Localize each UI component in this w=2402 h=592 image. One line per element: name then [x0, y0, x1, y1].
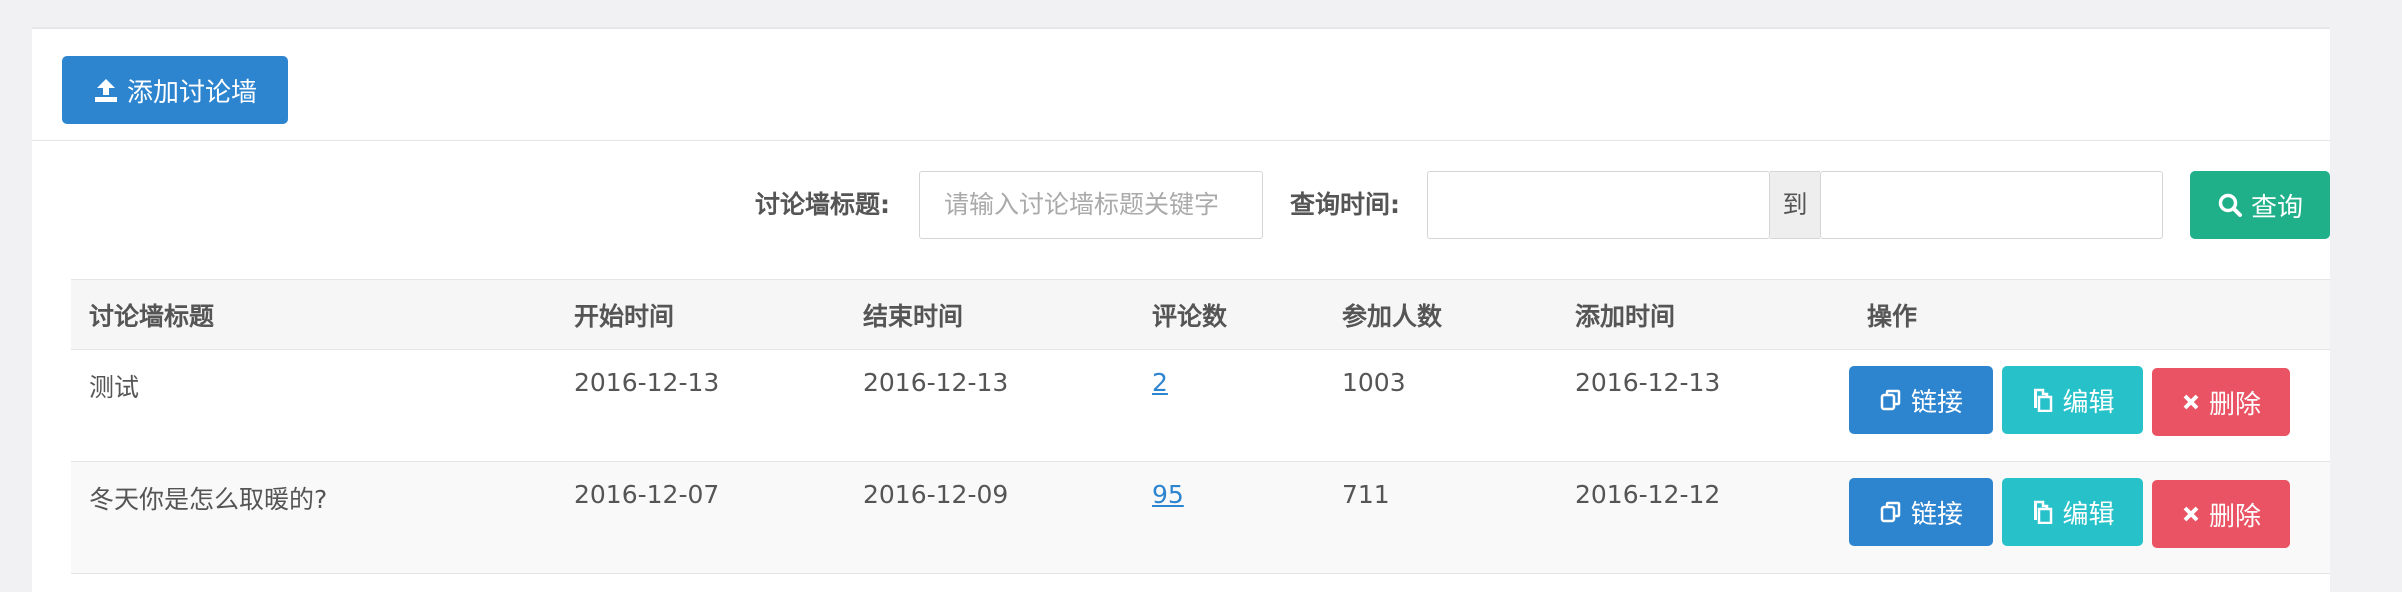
close-icon	[2183, 394, 2199, 410]
link-label: 链接	[1910, 387, 1963, 418]
start-date-input[interactable]	[1427, 171, 1770, 239]
title-filter-label: 讨论墙标题:	[755, 190, 890, 219]
document-icon	[2034, 388, 2053, 412]
cell-start: 2016-12-07	[556, 461, 845, 574]
range-separator: 到	[1770, 171, 1820, 239]
col-added: 添加时间	[1557, 279, 1849, 350]
copy-link-icon	[1880, 389, 1901, 411]
col-start: 开始时间	[556, 279, 845, 350]
col-participants: 参加人数	[1324, 279, 1557, 350]
title-search-input[interactable]: 请输入讨论墙标题关键字	[919, 171, 1263, 239]
document-icon	[2034, 500, 2053, 524]
cell-end: 2016-12-13	[845, 349, 1134, 462]
col-actions: 操作	[1849, 279, 2330, 350]
table-row: 冬天你是怎么取暖的? 2016-12-07 2016-12-09 95 711 …	[71, 461, 2330, 574]
delete-label: 删除	[2208, 501, 2261, 532]
cell-participants: 711	[1324, 461, 1557, 574]
edit-button[interactable]: 编辑	[2002, 366, 2143, 434]
cell-comments: 95	[1134, 461, 1324, 574]
cell-title: 测试	[71, 349, 556, 462]
copy-link-icon	[1880, 501, 1901, 523]
cell-actions: 链接 编辑 删除	[1849, 461, 2330, 574]
edit-label: 编辑	[2062, 387, 2115, 418]
table-row: 测试 2016-12-13 2016-12-13 2 1003 2016-12-…	[71, 349, 2330, 462]
cell-added: 2016-12-12	[1557, 461, 1849, 574]
add-wall-label: 添加讨论墙	[126, 77, 257, 108]
table-header-row: 讨论墙标题 开始时间 结束时间 评论数 参加人数 添加时间 操作	[71, 279, 2330, 350]
link-label: 链接	[1910, 499, 1963, 530]
cell-actions: 链接 编辑 删除	[1849, 349, 2330, 462]
filter-bar: 讨论墙标题: 请输入讨论墙标题关键字 查询时间: 到 查询	[32, 171, 2330, 239]
edit-button[interactable]: 编辑	[2002, 478, 2143, 546]
delete-label: 删除	[2208, 389, 2261, 420]
cell-title: 冬天你是怎么取暖的?	[71, 461, 556, 574]
cell-participants: 1003	[1324, 349, 1557, 462]
cell-added: 2016-12-13	[1557, 349, 1849, 462]
link-button[interactable]: 链接	[1849, 366, 1993, 434]
cell-start: 2016-12-13	[556, 349, 845, 462]
search-button[interactable]: 查询	[2190, 171, 2330, 239]
add-wall-button[interactable]: 添加讨论墙	[62, 56, 288, 124]
delete-button[interactable]: 删除	[2152, 480, 2290, 548]
delete-button[interactable]: 删除	[2152, 368, 2290, 436]
comments-link[interactable]: 95	[1152, 480, 1184, 509]
comments-link[interactable]: 2	[1152, 368, 1168, 397]
col-comments: 评论数	[1134, 279, 1324, 350]
link-button[interactable]: 链接	[1849, 478, 1993, 546]
time-filter-label: 查询时间:	[1290, 190, 1400, 219]
search-icon	[2218, 193, 2242, 217]
cell-end: 2016-12-09	[845, 461, 1134, 574]
wall-table: 讨论墙标题 开始时间 结束时间 评论数 参加人数 添加时间 操作 测试 2016…	[71, 279, 2330, 574]
search-label: 查询	[2250, 192, 2303, 223]
edit-label: 编辑	[2062, 499, 2115, 530]
col-end: 结束时间	[845, 279, 1134, 350]
panel-header: 添加讨论墙	[32, 29, 2330, 141]
cell-comments: 2	[1134, 349, 1324, 462]
col-title: 讨论墙标题	[71, 279, 556, 350]
end-date-input[interactable]	[1820, 171, 2163, 239]
close-icon	[2183, 506, 2199, 522]
content-panel: 添加讨论墙 讨论墙标题: 请输入讨论墙标题关键字 查询时间: 到 查询 讨论墙标…	[32, 27, 2330, 592]
upload-icon	[94, 79, 117, 102]
